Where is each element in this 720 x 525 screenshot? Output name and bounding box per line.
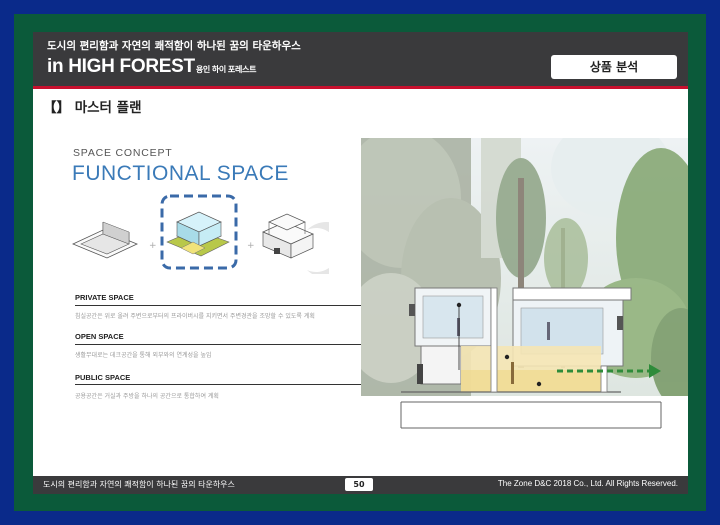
open-space-desc: 생활무대로는 데크공간을 통해 외부와의 연계성을 높임 [75,352,212,359]
open-space-label: OPEN SPACE [75,332,124,341]
iso-highlighted-icon [160,194,238,270]
section-badge: 상품 분석 [551,55,677,79]
header-title-main: in HIGH FOREST [47,56,195,77]
private-space-desc: 침실공간은 위로 올려 주변으로부터의 프라이버시를 지키면서 주변경관을 조망… [75,313,315,320]
public-space-desc: 공용공간은 거실과 주방을 하나의 공간으로 통합하여 계획 [75,393,219,400]
header-tagline: 도시의 편리함과 자연의 쾌적함이 하나된 꿈의 타운하우스 [47,40,301,52]
functional-space-heading: FUNCTIONAL SPACE [72,162,289,185]
footer-copyright: The Zone D&C 2018 Co., Ltd. All Rights R… [497,479,678,488]
footer-bar: 도시의 편리함과 자연의 쾌적함이 하나된 꿈의 타운하우스 50 The Zo… [33,476,688,494]
page-number: 50 [345,478,373,491]
slide: 도시의 편리함과 자연의 쾌적함이 하나된 꿈의 타운하우스 in HIGH F… [33,32,688,494]
footer-tagline: 도시의 편리함과 자연의 쾌적함이 하나된 꿈의 타운하우스 [43,480,235,489]
public-space-label: PUBLIC SPACE [75,373,131,382]
header-title-sub: 용인 하이 포레스트 [195,65,257,74]
iso-building-icon [262,213,329,274]
header-red-rule [33,86,688,89]
svg-text:+: + [247,241,255,251]
header-title: in HIGH FOREST용인 하이 포레스트 [47,56,256,78]
isometric-diagrams: + + [72,194,329,274]
house-section-illustration [361,138,688,440]
header-bar: 도시의 편리함과 자연의 쾌적함이 하나된 꿈의 타운하우스 in HIGH F… [33,32,688,86]
iso-base-icon [72,221,138,259]
svg-text:+: + [149,241,157,251]
private-space-label: PRIVATE SPACE [75,293,134,302]
space-concept-label: SPACE CONCEPT [73,147,173,159]
section-title: 【】 마스터 플랜 [43,100,142,116]
